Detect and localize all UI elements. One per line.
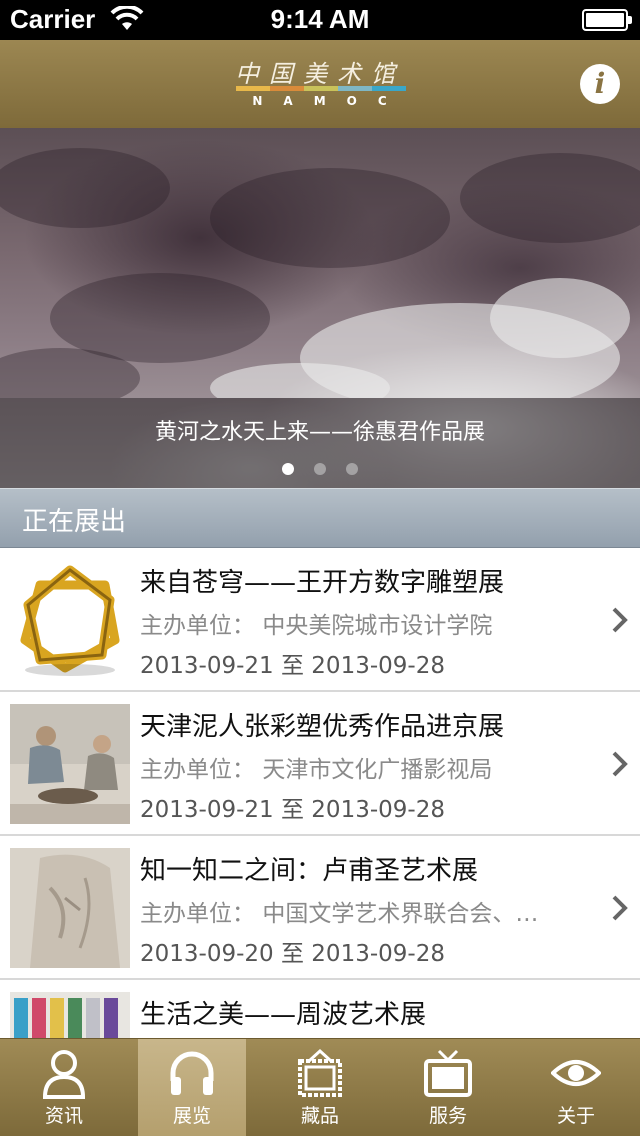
organizer-label: 主办单位： (140, 757, 255, 783)
exhibition-title: 天津泥人张彩塑优秀作品进京展 (140, 712, 505, 742)
tab-about[interactable]: 关于 (522, 1039, 630, 1136)
exhibition-thumbnail (10, 848, 130, 968)
eye-icon (551, 1060, 601, 1086)
organizer-name: 天津市文化广播影视局 (262, 757, 493, 783)
status-bar: Carrier 9:14 AM (0, 0, 640, 40)
namoc-logo: 中国美术馆 NAMOC (232, 54, 408, 116)
section-title: 正在展出 (22, 507, 127, 537)
page-dot-1[interactable] (282, 463, 294, 475)
logo-text: NAMOC (252, 94, 408, 108)
exhibition-row[interactable]: 知一知二之间：卢甫圣艺术展 主办单位： 中国文学艺术界联合会、… 2013-09… (0, 836, 640, 980)
exhibition-organizer: 主办单位： 中央美院城市设计学院 (140, 606, 600, 640)
exhibition-dates: 2013-09-21 至 2013-09-28 (140, 790, 445, 824)
tab-news[interactable]: 资讯 (10, 1039, 118, 1136)
exhibition-thumbnail (10, 704, 130, 824)
frame-icon (298, 1048, 342, 1097)
chevron-right-icon (612, 895, 628, 921)
tab-bar: 资讯 展览 藏品 服务 关于 (0, 1038, 640, 1136)
tab-services[interactable]: 服务 (394, 1039, 502, 1136)
clock: 9:14 AM (270, 4, 370, 34)
banner-artwork (0, 148, 640, 398)
exhibition-dates: 2013-09-21 至 2013-09-28 (140, 646, 445, 680)
person-icon (42, 1050, 86, 1099)
exhibition-row[interactable]: 生活之美——周波艺术展 (0, 980, 640, 1038)
battery-icon (582, 9, 632, 31)
start-date: 2013-09-20 (140, 941, 274, 967)
logo-chars: 中国美术馆 (235, 60, 405, 88)
start-date: 2013-09-21 (140, 797, 274, 823)
organizer-name: 中央美院城市设计学院 (262, 613, 493, 639)
exhibition-title: 生活之美——周波艺术展 (140, 1000, 427, 1030)
chevron-right-icon (612, 751, 628, 777)
banner-caption: 黄河之水天上来——徐惠君作品展 (154, 420, 485, 445)
start-date: 2013-09-21 (140, 653, 274, 679)
headphones-icon (170, 1051, 214, 1095)
tab-collection[interactable]: 藏品 (266, 1039, 374, 1136)
end-date: 2013-09-28 (311, 653, 445, 679)
logo-stripe (236, 86, 406, 91)
exhibition-title: 知一知二之间：卢甫圣艺术展 (140, 856, 479, 886)
exhibition-row[interactable]: 天津泥人张彩塑优秀作品进京展 主办单位： 天津市文化广播影视局 2013-09-… (0, 692, 640, 836)
exhibition-title: 来自苍穹——王开方数字雕塑展 (140, 568, 505, 598)
exhibition-list[interactable]: 来自苍穹——王开方数字雕塑展 主办单位： 中央美院城市设计学院 2013-09-… (0, 548, 640, 1038)
organizer-label: 主办单位： (140, 901, 255, 927)
tab-exhibitions[interactable]: 展览 (138, 1039, 246, 1136)
tab-label: 服务 (428, 1105, 467, 1127)
organizer-name: 中国文学艺术界联合会、… (262, 901, 539, 927)
tab-label: 关于 (556, 1105, 595, 1127)
date-separator: 至 (280, 797, 304, 823)
featured-banner[interactable]: 黄河之水天上来——徐惠君作品展 (0, 128, 640, 488)
end-date: 2013-09-28 (311, 797, 445, 823)
tab-label: 展览 (172, 1105, 211, 1127)
date-separator: 至 (280, 941, 304, 967)
exhibition-row[interactable]: 来自苍穹——王开方数字雕塑展 主办单位： 中央美院城市设计学院 2013-09-… (0, 548, 640, 692)
exhibition-thumbnail (10, 992, 130, 1038)
tab-label: 藏品 (300, 1105, 339, 1127)
info-button[interactable]: i (580, 64, 620, 104)
end-date: 2013-09-28 (311, 941, 445, 967)
page-indicator[interactable] (0, 460, 640, 475)
section-header: 正在展出 (0, 488, 640, 548)
tab-label: 资讯 (44, 1105, 83, 1127)
organizer-label: 主办单位： (140, 613, 255, 639)
chevron-right-icon (612, 607, 628, 633)
nav-bar: 中国美术馆 NAMOC i (0, 40, 640, 128)
tv-icon (424, 1049, 472, 1097)
exhibition-dates: 2013-09-20 至 2013-09-28 (140, 934, 445, 968)
exhibition-thumbnail (10, 560, 130, 680)
exhibition-organizer: 主办单位： 中国文学艺术界联合会、… (140, 894, 600, 928)
page-dot-2[interactable] (314, 463, 326, 475)
date-separator: 至 (280, 653, 304, 679)
exhibition-organizer: 主办单位： 天津市文化广播影视局 (140, 750, 600, 784)
page-dot-3[interactable] (346, 463, 358, 475)
